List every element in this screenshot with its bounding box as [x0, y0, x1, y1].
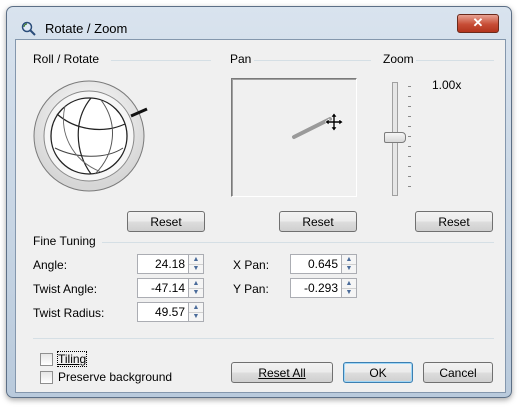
title-bar[interactable]: Rotate / Zoom ✕: [7, 7, 511, 37]
x-pan-spinner[interactable]: ▲ ▼: [290, 254, 358, 274]
window-title: Rotate / Zoom: [45, 21, 128, 36]
roll-separator: [111, 60, 211, 61]
pan-reset-button[interactable]: Reset: [279, 211, 357, 232]
y-pan-label: Y Pan:: [233, 282, 269, 296]
twist-angle-spin-buttons[interactable]: ▲ ▼: [189, 278, 204, 298]
spin-down-icon[interactable]: ▼: [189, 288, 203, 297]
reset-all-label: Reset All: [258, 366, 306, 380]
twist-radius-spin-buttons[interactable]: ▲ ▼: [189, 302, 204, 322]
angle-label: Angle:: [33, 258, 68, 272]
zoom-tick: [408, 176, 411, 177]
angle-spinner[interactable]: ▲ ▼: [137, 254, 205, 274]
twist-radius-input[interactable]: [137, 302, 189, 322]
zoom-value: 1.00x: [432, 78, 462, 92]
fine-tuning-separator: [102, 242, 494, 243]
rotate-zoom-icon: [21, 21, 36, 36]
zoom-tick: [408, 136, 411, 137]
zoom-tick: [408, 186, 411, 187]
spin-down-icon[interactable]: ▼: [189, 312, 203, 321]
move-cursor-icon: [325, 113, 343, 131]
zoom-slider-thumb[interactable]: [384, 132, 406, 143]
zoom-tick: [408, 126, 411, 127]
twist-radius-spinner[interactable]: ▲ ▼: [137, 302, 205, 322]
zoom-tick: [408, 146, 411, 147]
pan-vector: [292, 117, 332, 139]
zoom-tick: [408, 116, 411, 117]
pan-area[interactable]: [231, 78, 357, 197]
x-pan-input[interactable]: [290, 254, 342, 274]
twist-angle-label: Twist Angle:: [33, 282, 98, 296]
zoom-reset-button[interactable]: Reset: [415, 211, 493, 232]
zoom-tick: [408, 106, 411, 107]
twist-angle-spinner[interactable]: ▲ ▼: [137, 278, 205, 298]
x-pan-label: X Pan:: [233, 258, 270, 272]
angle-input[interactable]: [137, 254, 189, 274]
y-pan-spin-buttons[interactable]: ▲ ▼: [342, 278, 357, 298]
pan-separator: [254, 60, 371, 61]
zoom-tick: [408, 156, 411, 157]
pan-label: Pan: [230, 52, 252, 66]
dialog-content: Roll / Rotate Reset Pan Reset Zoom 1.00x…: [15, 39, 506, 393]
preserve-background-label[interactable]: Preserve background: [58, 370, 172, 384]
spin-down-icon[interactable]: ▼: [189, 264, 203, 273]
y-pan-spinner[interactable]: ▲ ▼: [290, 278, 358, 298]
zoom-tick: [408, 166, 411, 167]
zoom-separator: [416, 60, 494, 61]
twist-angle-input[interactable]: [137, 278, 189, 298]
angle-spin-buttons[interactable]: ▲ ▼: [189, 254, 204, 274]
bottom-separator: [33, 338, 494, 339]
twist-radius-label: Twist Radius:: [33, 306, 105, 320]
ok-button[interactable]: OK: [343, 362, 413, 383]
preserve-background-checkbox[interactable]: [40, 371, 53, 384]
spin-down-icon[interactable]: ▼: [342, 264, 356, 273]
roll-reset-button[interactable]: Reset: [127, 211, 205, 232]
close-button[interactable]: ✕: [457, 14, 499, 33]
reset-all-button[interactable]: Reset All: [231, 362, 333, 383]
roll-rotate-label: Roll / Rotate: [33, 52, 100, 66]
y-pan-input[interactable]: [290, 278, 342, 298]
zoom-tick: [408, 86, 411, 87]
fine-tuning-label: Fine Tuning: [33, 234, 96, 248]
zoom-tick: [408, 96, 411, 97]
tiling-label[interactable]: Tiling: [56, 351, 88, 367]
zoom-label: Zoom: [383, 52, 414, 66]
x-pan-spin-buttons[interactable]: ▲ ▼: [342, 254, 357, 274]
dialog-window: Rotate / Zoom ✕ Roll / Rotate Reset Pan: [6, 6, 512, 398]
spin-down-icon[interactable]: ▼: [342, 288, 356, 297]
cancel-button[interactable]: Cancel: [423, 362, 493, 383]
roll-rotate-trackball[interactable]: [31, 78, 157, 198]
tiling-checkbox[interactable]: [40, 353, 53, 366]
